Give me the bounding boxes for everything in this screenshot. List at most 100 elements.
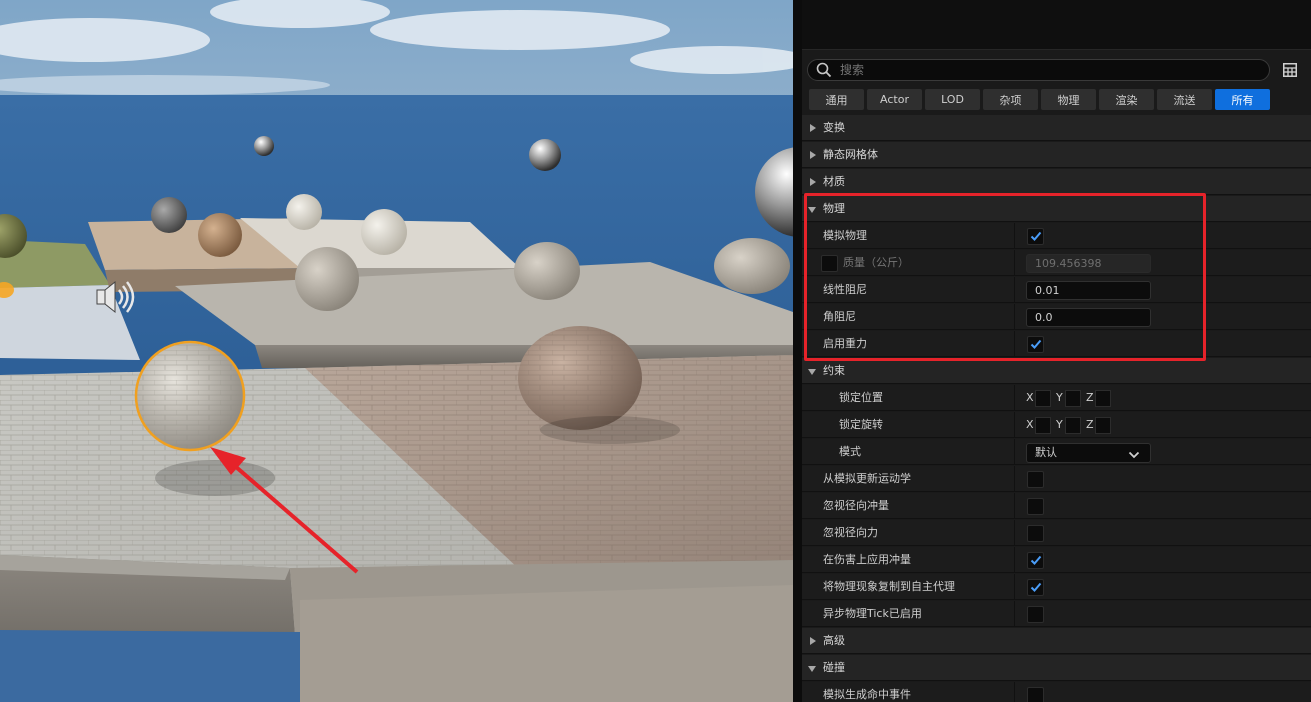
- property-checkbox[interactable]: [1027, 525, 1044, 542]
- category-row[interactable]: 材质: [802, 169, 1311, 195]
- property-row[interactable]: 在伤害上应用冲量: [802, 547, 1311, 573]
- column-divider[interactable]: [1014, 250, 1015, 276]
- property-row[interactable]: 角阻尼 0.0: [802, 304, 1311, 330]
- category-label: 物理: [823, 202, 845, 215]
- property-row[interactable]: 模拟生成命中事件: [802, 682, 1311, 702]
- filter-tab-5[interactable]: 渲染: [1099, 89, 1154, 110]
- dropdown-value: 默认: [1035, 446, 1057, 459]
- property-label: 从模拟更新运动学: [823, 472, 911, 485]
- column-divider[interactable]: [1014, 439, 1015, 465]
- column-divider[interactable]: [1014, 385, 1015, 411]
- category-row[interactable]: 静态网格体: [802, 142, 1311, 168]
- property-checkbox[interactable]: [1027, 606, 1044, 623]
- property-checkbox[interactable]: [1027, 579, 1044, 596]
- expand-arrow-right-icon[interactable]: [810, 151, 816, 159]
- sphere-brown[interactable]: [198, 213, 242, 257]
- expand-arrow-down-icon[interactable]: [808, 666, 816, 672]
- axis-label-y: Y: [1056, 391, 1063, 404]
- filter-tab-1[interactable]: Actor: [867, 89, 922, 110]
- category-label: 约束: [823, 364, 845, 377]
- property-row[interactable]: 从模拟更新运动学: [802, 466, 1311, 492]
- property-checkbox[interactable]: [1027, 552, 1044, 569]
- lock-y-checkbox[interactable]: [1065, 390, 1081, 407]
- expand-arrow-down-icon[interactable]: [808, 207, 816, 213]
- level-viewport[interactable]: [0, 0, 793, 702]
- category-row[interactable]: 约束: [802, 358, 1311, 384]
- lock-x-checkbox[interactable]: [1035, 417, 1051, 434]
- column-divider[interactable]: [1014, 601, 1015, 627]
- lock-x-checkbox[interactable]: [1035, 390, 1051, 407]
- property-checkbox[interactable]: [1027, 336, 1044, 353]
- lock-z-checkbox[interactable]: [1095, 390, 1111, 407]
- column-divider[interactable]: [1014, 277, 1015, 303]
- sphere-dark[interactable]: [151, 197, 187, 233]
- selected-sphere[interactable]: [134, 340, 246, 452]
- panel-splitter[interactable]: [793, 0, 802, 702]
- sphere-stone-right[interactable]: [714, 238, 790, 294]
- column-divider[interactable]: [1014, 223, 1015, 249]
- sphere-cobble[interactable]: [295, 247, 359, 311]
- property-matrix-button[interactable]: [1280, 60, 1300, 80]
- sphere-white[interactable]: [286, 194, 322, 230]
- details-panel: 通用ActorLOD杂项物理渲染流送所有 变换静态网格体材质物理模拟物理质量（公…: [802, 0, 1311, 702]
- property-checkbox[interactable]: [1027, 471, 1044, 488]
- column-divider[interactable]: [1014, 520, 1015, 546]
- property-row[interactable]: 锁定旋转 X Y Z: [802, 412, 1311, 438]
- expand-arrow-right-icon[interactable]: [810, 178, 816, 186]
- property-value-field[interactable]: 0.0: [1026, 308, 1151, 327]
- property-row[interactable]: 启用重力: [802, 331, 1311, 357]
- column-divider[interactable]: [1014, 493, 1015, 519]
- sphere-cream[interactable]: [361, 209, 407, 255]
- property-label: 在伤害上应用冲量: [823, 553, 911, 566]
- expand-arrow-right-icon[interactable]: [810, 637, 816, 645]
- filter-tab-7[interactable]: 所有: [1215, 89, 1270, 110]
- sphere-stone[interactable]: [514, 242, 580, 300]
- category-row[interactable]: 物理: [802, 196, 1311, 222]
- property-row[interactable]: 将物理现象复制到自主代理: [802, 574, 1311, 600]
- category-row[interactable]: 高级: [802, 628, 1311, 654]
- property-row[interactable]: 忽视径向冲量: [802, 493, 1311, 519]
- override-checkbox[interactable]: [821, 255, 838, 272]
- checkmark-icon: [1030, 581, 1042, 596]
- lock-y-checkbox[interactable]: [1065, 417, 1081, 434]
- property-row[interactable]: 模拟物理: [802, 223, 1311, 249]
- reflection-sphere-small[interactable]: [254, 136, 274, 156]
- property-checkbox[interactable]: [1027, 498, 1044, 515]
- mode-dropdown[interactable]: 默认: [1026, 443, 1151, 463]
- filter-tab-4[interactable]: 物理: [1041, 89, 1096, 110]
- property-label: 忽视径向冲量: [823, 499, 889, 512]
- property-checkbox[interactable]: [1027, 228, 1044, 245]
- search-box[interactable]: [807, 59, 1270, 81]
- category-row[interactable]: 变换: [802, 115, 1311, 141]
- search-input[interactable]: [840, 63, 1240, 77]
- column-divider[interactable]: [1014, 331, 1015, 357]
- filter-tab-0[interactable]: 通用: [809, 89, 864, 110]
- column-divider[interactable]: [1014, 547, 1015, 573]
- filter-tab-2[interactable]: LOD: [925, 89, 980, 110]
- filter-tab-3[interactable]: 杂项: [983, 89, 1038, 110]
- property-label: 忽视径向力: [823, 526, 878, 539]
- axis-label-x: X: [1026, 391, 1034, 404]
- column-divider[interactable]: [1014, 574, 1015, 600]
- reflection-sphere[interactable]: [529, 139, 561, 171]
- property-row[interactable]: 质量（公斤） 109.456398: [802, 250, 1311, 276]
- expand-arrow-down-icon[interactable]: [808, 369, 816, 375]
- property-row[interactable]: 锁定位置 X Y Z: [802, 385, 1311, 411]
- column-divider[interactable]: [1014, 466, 1015, 492]
- lock-z-checkbox[interactable]: [1095, 417, 1111, 434]
- column-divider[interactable]: [1014, 682, 1015, 702]
- category-label: 变换: [823, 121, 845, 134]
- filter-tab-6[interactable]: 流送: [1157, 89, 1212, 110]
- property-row[interactable]: 异步物理Tick已启用: [802, 601, 1311, 627]
- column-divider[interactable]: [1014, 412, 1015, 438]
- column-divider[interactable]: [1014, 304, 1015, 330]
- property-value-field[interactable]: 0.01: [1026, 281, 1151, 300]
- property-row[interactable]: 模式 默认: [802, 439, 1311, 465]
- expand-arrow-right-icon[interactable]: [810, 124, 816, 132]
- viewport-scene[interactable]: [0, 0, 793, 702]
- category-row[interactable]: 碰撞: [802, 655, 1311, 681]
- property-checkbox[interactable]: [1027, 687, 1044, 702]
- property-row[interactable]: 线性阻尼 0.01: [802, 277, 1311, 303]
- axis-label-z: Z: [1086, 391, 1094, 404]
- property-row[interactable]: 忽视径向力: [802, 520, 1311, 546]
